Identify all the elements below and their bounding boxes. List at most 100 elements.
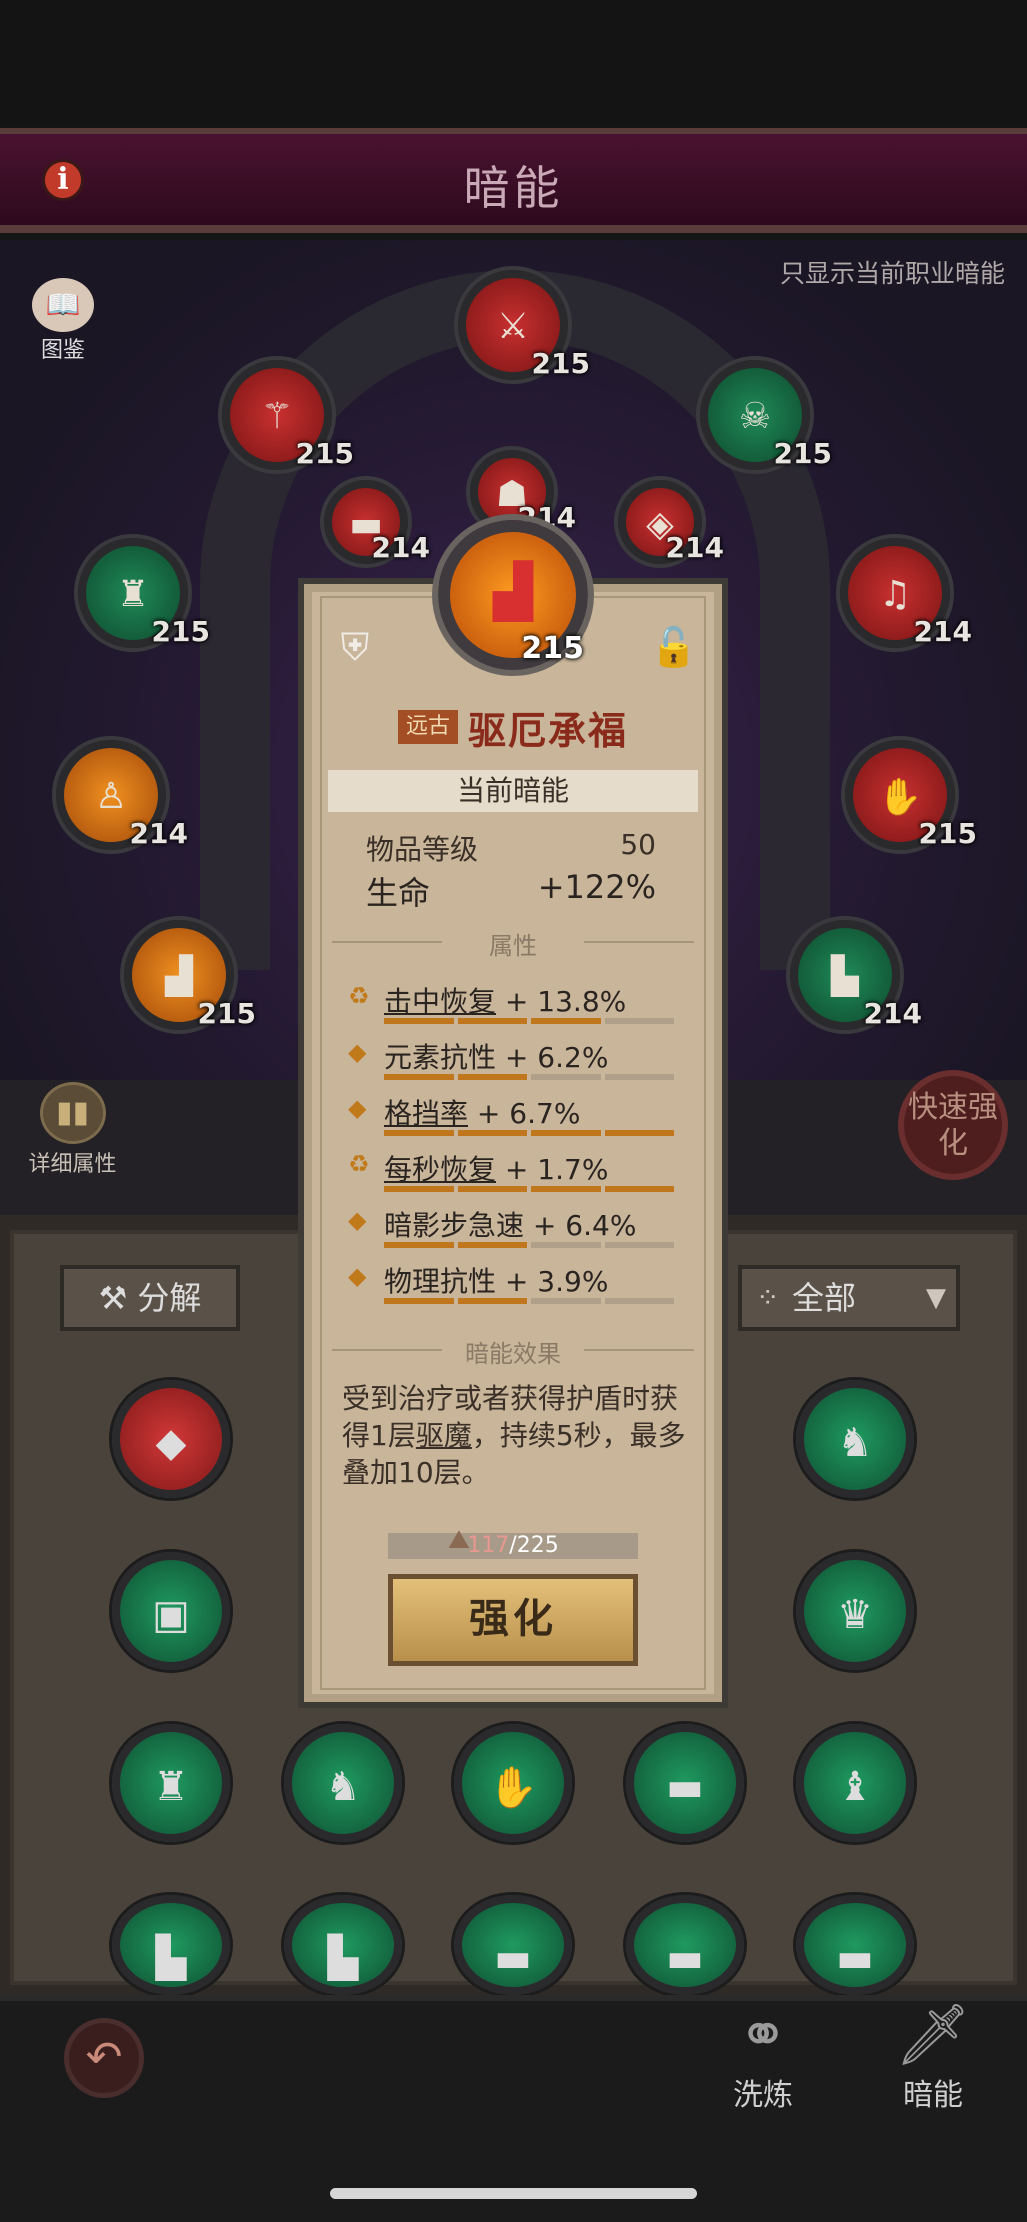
effect-description: 受到治疗或者获得护盾时获得1层驱魔，持续5秒，最多叠加10层。 [342, 1380, 692, 1491]
nav-refine[interactable]: ⚭ 洗炼 [708, 2000, 818, 2114]
main-stat-row: 生命 +122% [366, 868, 656, 914]
attribute-value: + 1.7% [504, 1153, 609, 1186]
boots-icon: ▙ [831, 956, 859, 997]
roll-bar [384, 1130, 674, 1136]
slot-node-10[interactable]: ✋ 215 [845, 740, 977, 850]
inventory-item[interactable]: ▣ [112, 1552, 230, 1670]
attribute-text: 物理抗性 + 3.9% [384, 1260, 608, 1300]
slot-level: 215 [151, 615, 210, 648]
material-cost-bar: ⛰ 117/225 [388, 1527, 638, 1559]
cloak-icon: ♜ [153, 1764, 189, 1810]
main-stat-label: 生命 [366, 874, 431, 912]
armor-type-icon: ⛨ [340, 625, 370, 669]
effect-divider: 暗能效果 [332, 1334, 694, 1368]
inventory-item[interactable]: ♝ [796, 1724, 914, 1842]
inventory-item[interactable]: ♜ [112, 1724, 230, 1842]
slot-node-12[interactable]: ▙ 214 [790, 920, 922, 1030]
demon-icon: ♞ [837, 1420, 873, 1466]
unlock-icon[interactable]: 🔓 [650, 625, 697, 675]
inventory-item[interactable]: ◆ [112, 1380, 230, 1498]
slot-node-4[interactable]: ▬ 214 [324, 480, 430, 564]
pants-icon: ▟ [493, 562, 533, 622]
enhance-button[interactable]: 强化 [388, 1574, 638, 1666]
inventory-item[interactable]: ♛ [796, 1552, 914, 1670]
slot-node-9[interactable]: ♙ 214 [56, 740, 188, 850]
attribute-row: ◆ 暗影步急速 + 6.4% [340, 1204, 680, 1260]
attribute-text: 击中恢复 + 13.8% [384, 980, 626, 1020]
slot-node-11[interactable]: ▟ 215 [124, 920, 256, 1030]
grid-icon: ⁘ [756, 1281, 780, 1314]
diamond-icon: ◆ [348, 1262, 367, 1290]
inventory-item[interactable]: ▬ [626, 1895, 744, 1995]
material-need: /225 [509, 1533, 559, 1558]
attribute-row: ◆ 元素抗性 + 6.2% [340, 1036, 680, 1092]
main-stat-value: +122% [537, 868, 656, 906]
gauntlet-icon: ✋ [877, 777, 923, 818]
slot-level: 215 [773, 437, 832, 470]
slot-node-2[interactable]: ⚚ 215 [222, 360, 354, 470]
status-area [0, 0, 1027, 125]
book-icon: 📖 [32, 278, 94, 332]
horn-icon: ♫ [878, 574, 912, 615]
slot-node-1[interactable]: ⚔ 215 [458, 270, 590, 380]
quick-enhance-button[interactable]: 快速强化 [898, 1070, 1008, 1180]
slot-level: 215 [918, 817, 977, 850]
glove-icon: ✋ [488, 1765, 538, 1811]
inventory-item[interactable]: ✋ [454, 1724, 572, 1842]
attribute-value: + 6.2% [504, 1041, 609, 1074]
hammer-icon: ⚒ [98, 1279, 128, 1317]
attribute-row[interactable]: ◆ 格挡率 + 6.7% [340, 1092, 680, 1148]
item-level-row: 物品等级 50 [366, 828, 656, 868]
slot-level: 214 [665, 531, 724, 564]
decompose-label: 分解 [137, 1279, 202, 1317]
weapon-icon: ⚔ [496, 306, 530, 347]
attribute-row[interactable]: ♻ 每秒恢复 + 1.7% [340, 1148, 680, 1204]
swirl-icon: ♻ [348, 982, 370, 1010]
attribute-name[interactable]: 击中恢复 [384, 985, 496, 1018]
attribute-name: 物理抗性 [384, 1265, 497, 1298]
attribute-value: + 6.7% [476, 1097, 581, 1130]
class-filter-toggle[interactable]: 只显示当前职业暗能 [780, 254, 1005, 290]
fish-icon: ◆ [155, 1420, 187, 1466]
effect-keyword-link[interactable]: 驱魔 [416, 1419, 472, 1452]
filter-selected: 全部 [792, 1279, 857, 1317]
armor-icon: ♙ [94, 776, 128, 817]
detail-attributes-button[interactable]: ▮▮ 详细属性 [20, 1082, 125, 1178]
inventory-item[interactable]: ▙ [112, 1895, 230, 1995]
diamond-icon: ◆ [348, 1206, 367, 1234]
slot-node-3[interactable]: ☠ 215 [700, 360, 832, 470]
belt-icon: ▬ [836, 1935, 874, 1981]
refine-icon: ⚭ [737, 2000, 789, 2070]
back-button[interactable]: ↶ [64, 2018, 144, 2098]
chest-icon: ♛ [837, 1592, 873, 1638]
atlas-button[interactable]: 📖 图鉴 [28, 278, 98, 364]
boots-icon: ▙ [327, 1935, 359, 1981]
slot-node-7[interactable]: ♜ 215 [78, 538, 210, 648]
cloak-icon: ♜ [116, 574, 150, 615]
roll-bar [384, 1074, 674, 1080]
detail-attributes-label: 详细属性 [28, 1152, 117, 1177]
inventory-item[interactable]: ▬ [626, 1724, 744, 1842]
slot-level: 214 [371, 531, 430, 564]
inventory-item[interactable]: ▬ [454, 1895, 572, 1995]
slot-node-8[interactable]: ♫ 214 [840, 538, 972, 648]
attribute-name[interactable]: 格挡率 [384, 1097, 468, 1130]
attribute-text: 每秒恢复 + 1.7% [384, 1148, 608, 1188]
roll-bar [384, 1186, 674, 1192]
inventory-item[interactable]: ▬ [796, 1895, 914, 1995]
inventory-item[interactable]: ▙ [284, 1895, 402, 1995]
slot-level: 214 [863, 997, 922, 1030]
nav-darkpower[interactable]: 🗡 暗能 [878, 2000, 988, 2114]
home-indicator[interactable] [330, 2188, 697, 2199]
attribute-name[interactable]: 每秒恢复 [384, 1153, 496, 1186]
swirl-icon: ♻ [348, 1150, 370, 1178]
attribute-row[interactable]: ♻ 击中恢复 + 13.8% [340, 980, 680, 1036]
item-level-badge: 215 [521, 631, 584, 666]
decompose-button[interactable]: ⚒ 分解 [60, 1265, 240, 1331]
filter-dropdown[interactable]: ⁘ 全部 ▼ [738, 1265, 960, 1331]
slot-level: 215 [197, 997, 256, 1030]
inventory-item[interactable]: ♞ [796, 1380, 914, 1498]
inventory-item[interactable]: ♞ [284, 1724, 402, 1842]
back-arrow-icon: ↶ [85, 2032, 123, 2083]
slot-node-6[interactable]: ◈ 214 [618, 480, 724, 564]
